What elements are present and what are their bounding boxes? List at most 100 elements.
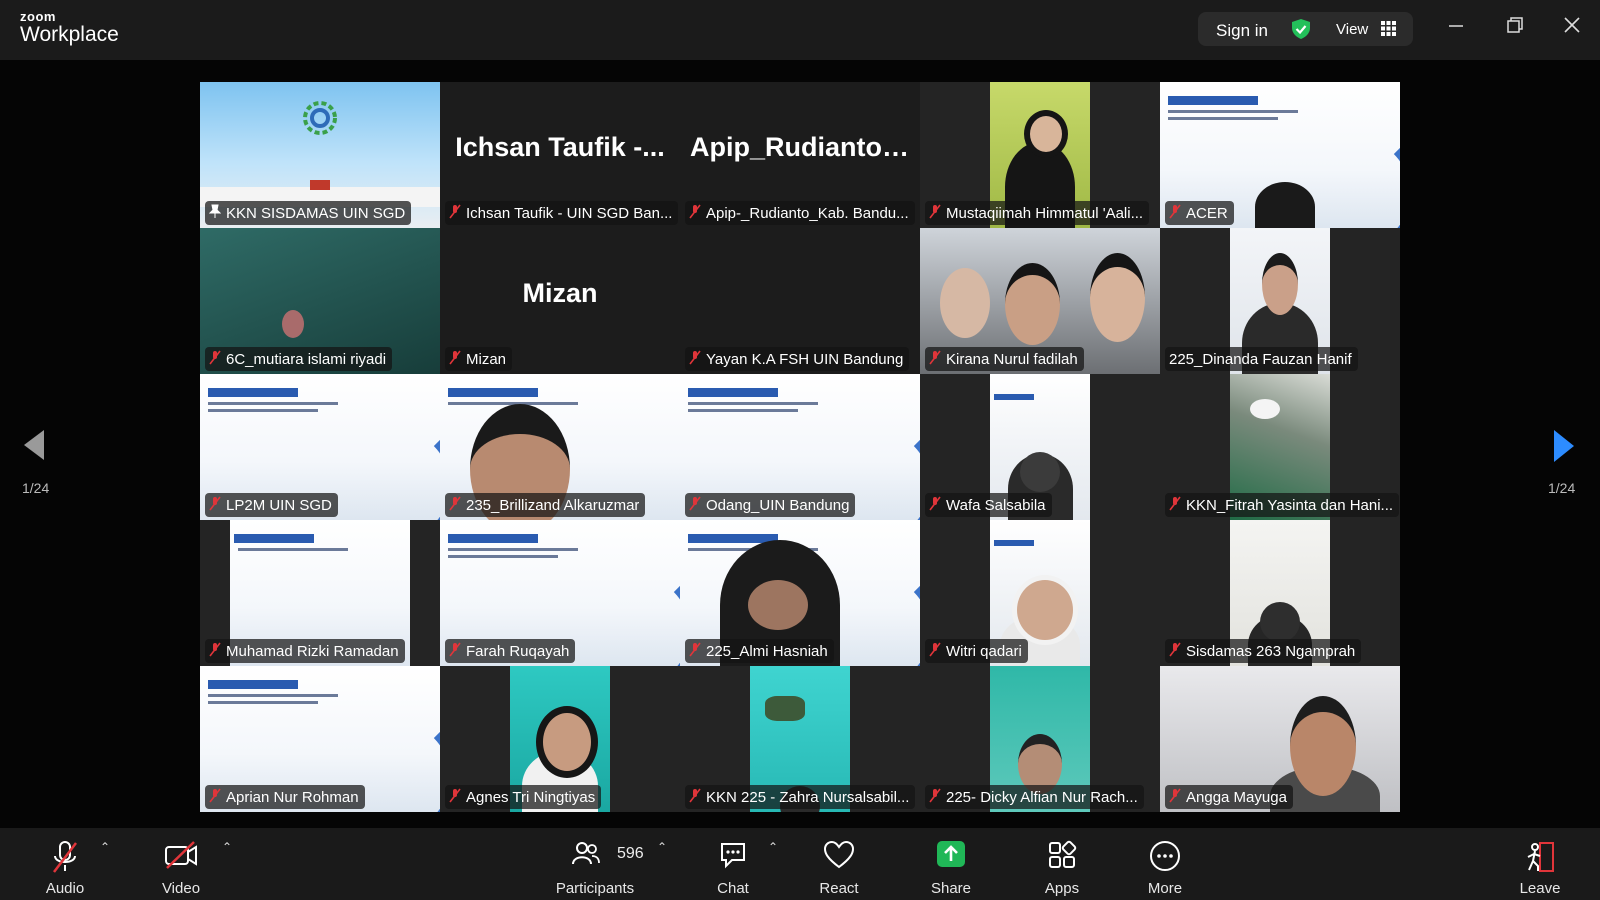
video-tile[interactable]: Angga Mayuga [1160,666,1400,812]
participant-name-tag: Farah Ruqayah [445,639,576,663]
video-tile[interactable]: KKN 225 - Zahra Nursalsabil... [680,666,920,812]
video-tile[interactable]: Odang_UIN Bandung [680,374,920,520]
leave-button[interactable]: Leave [1495,828,1585,900]
restore-icon[interactable] [1506,16,1524,39]
participant-name: Wafa Salsabila [946,496,1046,514]
slide-banner [208,388,298,397]
more-button[interactable]: More [1120,828,1210,900]
person-head [536,706,598,778]
participants-button[interactable]: Participants [550,828,640,900]
slide-text-line [688,409,798,412]
video-tile[interactable]: Muhamad Rizki Ramadan [200,520,440,666]
chat-options-chevron-icon[interactable]: ⌃ [768,840,778,854]
person-silhouette [1255,182,1315,228]
participant-name-tag: Witri qadari [925,639,1028,663]
video-tile[interactable]: Sisdamas 263 Ngamprah [1160,520,1400,666]
video-tile[interactable]: LP2M UIN SGD [200,374,440,520]
participant-name-tag: Aprian Nur Rohman [205,785,365,809]
audio-label: Audio [45,880,85,897]
audio-options-chevron-icon[interactable]: ⌃ [100,840,110,854]
video-button[interactable]: Video [136,828,226,900]
roof-detail [310,180,330,190]
participant-name: Aprian Nur Rohman [226,788,359,806]
person-head [1260,602,1300,642]
participant-display-name: Apip_Rudianto_... [690,132,920,162]
pin-icon [208,204,222,222]
muted-mic-icon [209,350,221,369]
video-tile[interactable]: Wafa Salsabila [920,374,1160,520]
video-tile[interactable]: Yayan K.A FSH UIN Bandung [680,228,920,374]
react-button[interactable]: React [794,828,884,900]
chat-button[interactable]: Chat [688,828,778,900]
audio-button[interactable]: Audio [20,828,110,900]
video-tile[interactable]: Agnes Tri Ningtiyas [440,666,680,812]
participant-name: Apip-_Rudianto_Kab. Bandu... [706,204,909,222]
participants-icon [571,840,601,873]
participant-count: 596 [617,845,644,862]
participants-options-chevron-icon[interactable]: ⌃ [657,840,667,854]
security-shield-icon[interactable] [1290,18,1312,45]
participant-name-tag: ACER [1165,201,1234,225]
video-tile[interactable]: KKN_Fitrah Yasinta dan Hani... [1160,374,1400,520]
video-tile[interactable]: 235_Brillizand Alkaruzmar [440,374,680,520]
person-head [1090,253,1145,342]
account-panel: Sign in View [1198,12,1413,46]
more-label: More [1147,880,1183,897]
view-button[interactable]: View [1336,21,1368,38]
participant-name-tag: Kirana Nurul fadilah [925,347,1084,371]
share-button[interactable]: Share [906,828,996,900]
participants-label: Participants [555,880,635,897]
video-tile[interactable]: Kirana Nurul fadilah [920,228,1160,374]
video-tile[interactable]: 6C_mutiara islami riyadi [200,228,440,374]
video-tile[interactable]: Apip_Rudianto_... Apip-_Rudianto_Kab. Ba… [680,82,920,228]
video-tile[interactable]: Farah Ruqayah [440,520,680,666]
video-tile[interactable]: 225_Dinanda Fauzan Hanif [1160,228,1400,374]
slide-text-line [448,548,578,551]
next-page-arrow-icon[interactable] [1552,428,1576,467]
prev-page-arrow-icon[interactable] [22,428,46,465]
video-tile[interactable]: Ichsan Taufik -... Ichsan Taufik - UIN S… [440,82,680,228]
slide-banner [1168,96,1258,105]
slide-banner [688,388,778,397]
video-tile[interactable]: Aprian Nur Rohman [200,666,440,812]
participant-name: Yayan K.A FSH UIN Bandung [706,350,904,368]
minimize-icon[interactable] [1448,16,1464,37]
participant-name: Witri qadari [946,642,1022,660]
logo-big-text: Workplace [20,23,119,46]
video-tile[interactable]: KKN SISDAMAS UIN SGD [200,82,440,228]
grid-view-icon[interactable] [1381,21,1396,41]
slide-text-line [208,402,338,405]
slide-banner [448,534,538,543]
participant-name: 6C_mutiara islami riyadi [226,350,387,368]
slide-banner [234,534,314,543]
slide-wave-decoration [330,420,440,520]
video-options-chevron-icon[interactable]: ⌃ [222,840,232,854]
video-tile[interactable]: Mustaqiimah Himmatul 'Aali... [920,82,1160,228]
participant-name-tag: Wafa Salsabila [925,493,1052,517]
apps-label: Apps [1044,880,1080,897]
participant-name-tag: LP2M UIN SGD [205,493,338,517]
video-tile[interactable]: 225_Almi Hasniah [680,520,920,666]
muted-mic-icon [929,204,941,223]
react-label: React [819,880,859,897]
video-tile[interactable]: ACER [1160,82,1400,228]
participant-name-tag: KKN 225 - Zahra Nursalsabil... [685,785,916,809]
muted-mic-icon [1169,788,1181,807]
close-icon[interactable] [1563,16,1581,39]
person-head [1012,575,1078,645]
participant-name: Mizan [466,350,507,368]
muted-mic-icon [929,496,941,515]
video-tile[interactable]: Witri qadari [920,520,1160,666]
muted-mic-icon [209,788,221,807]
muted-mic-icon [689,642,701,661]
apps-button[interactable]: Apps [1017,828,1107,900]
video-tile[interactable]: 225- Dicky Alfian Nur Rach... [920,666,1160,812]
slide-wave-decoration [570,566,680,666]
sign-in-button[interactable]: Sign in [1216,21,1268,41]
participant-name-tag: 225- Dicky Alfian Nur Rach... [925,785,1144,809]
participant-name: Muhamad Rizki Ramadan [226,642,399,660]
uin-logo-icon [300,98,340,143]
video-tile[interactable]: Mizan Mizan [440,228,680,374]
participant-name-tag: KKN SISDAMAS UIN SGD [205,201,412,225]
participant-name: KKN 225 - Zahra Nursalsabil... [706,788,910,806]
